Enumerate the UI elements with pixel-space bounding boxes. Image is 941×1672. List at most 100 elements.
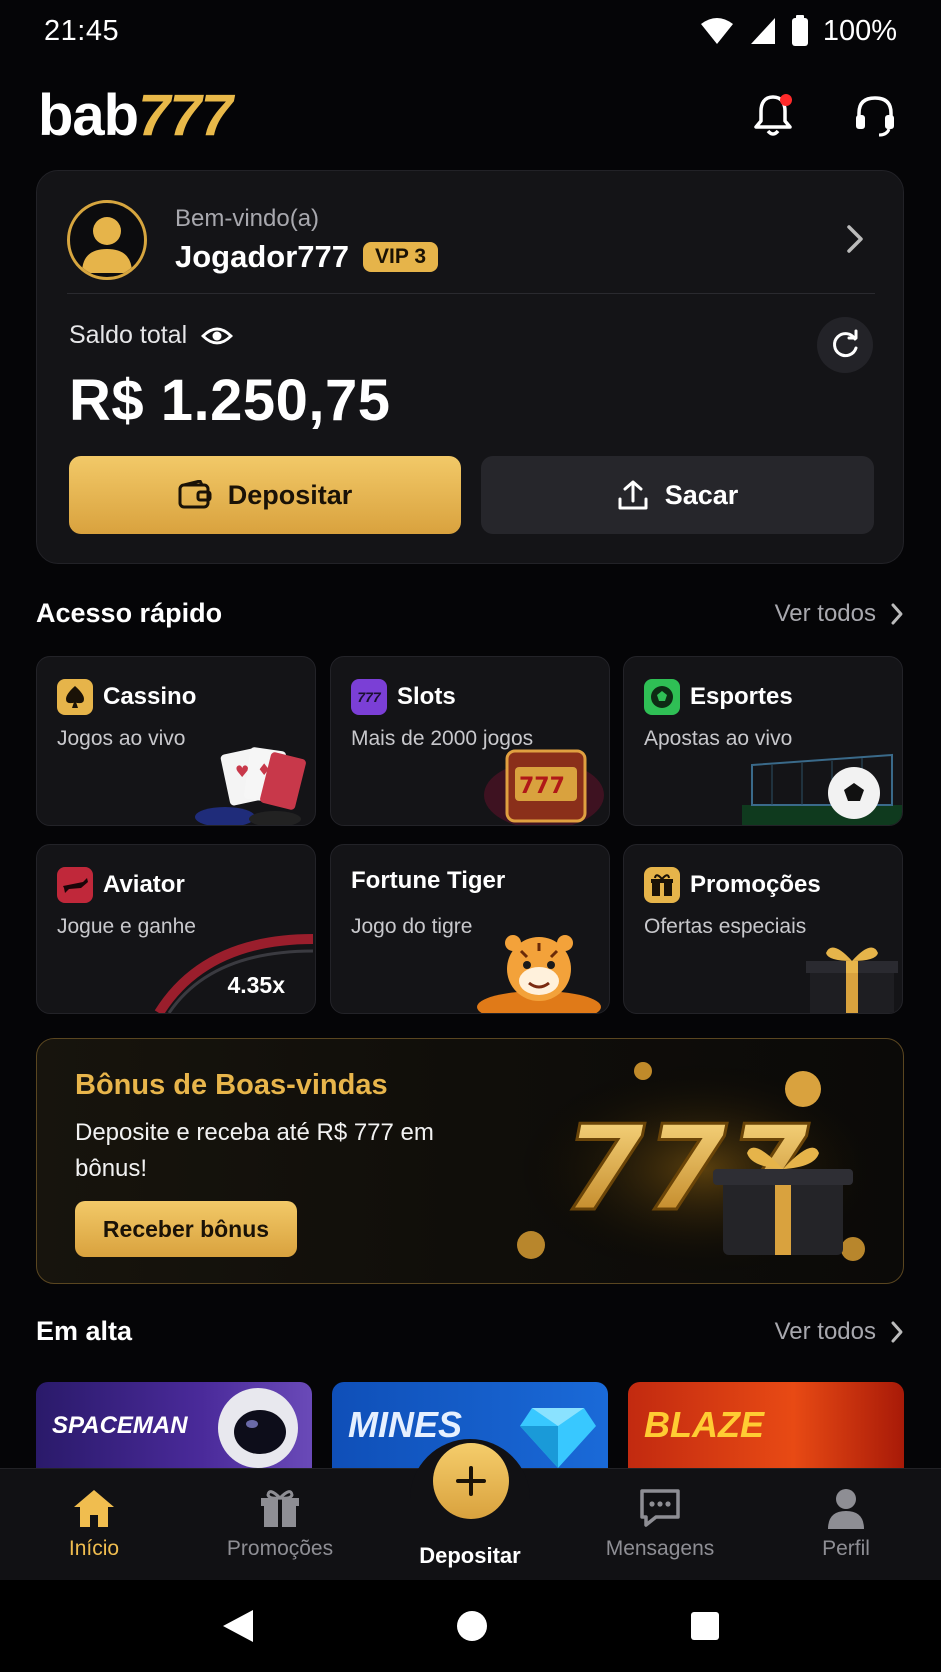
chat-icon [640, 1489, 680, 1527]
soccer-stadium-icon [742, 753, 902, 825]
tile-slots[interactable]: 777 Slots Mais de 2000 jogos 777 [330, 656, 610, 826]
tile-esportes[interactable]: Esportes Apostas ao vivo [623, 656, 903, 826]
nav-label: Promoções [226, 1537, 334, 1560]
bonus-title: Bônus de Boas-vindas [75, 1069, 388, 1101]
tile-cassino[interactable]: Cassino Jogos ao vivo ♥ ♦ [36, 656, 316, 826]
bonus-text: Deposite e receba até R$ 777 em bônus! [75, 1119, 434, 1182]
multiplier-value: 4.35x [227, 972, 285, 998]
section-title: Em alta [36, 1316, 133, 1346]
logo-number: 777 [138, 82, 233, 148]
astronaut-icon [218, 1388, 298, 1468]
tile-title-row: 777 Slots [351, 679, 456, 715]
tile-aviator[interactable]: Aviator Jogue e ganhe 4.35x [36, 844, 316, 1014]
refresh-icon [833, 329, 858, 358]
game-title: SPACEMAN [52, 1412, 188, 1439]
trending-header: Em alta Ver todos [36, 1316, 904, 1347]
golden-777-art: 777 [513, 1059, 883, 1275]
gift-box-icon [806, 947, 898, 1013]
wifi-icon [700, 18, 733, 44]
spade-icon [57, 679, 93, 715]
tile-title-row: Esportes [644, 679, 793, 715]
eye-icon[interactable] [201, 324, 234, 348]
recents-icon[interactable] [689, 1610, 721, 1642]
balance-label: Saldo total [69, 321, 188, 349]
headset-icon [856, 96, 894, 137]
upload-icon [618, 480, 648, 510]
section-title: Acesso rápido [36, 598, 223, 628]
tile-subtitle: Jogo do tigre [351, 915, 473, 938]
home-icon [74, 1490, 114, 1527]
tile-title: Esportes [690, 683, 793, 710]
tile-title: Aviator [103, 871, 185, 898]
username-row: Jogador777 VIP 3 [175, 239, 438, 275]
tile-subtitle: Jogos ao vivo [57, 727, 186, 750]
see-all-label: Ver todos [774, 1317, 876, 1345]
notifications-button[interactable] [748, 90, 798, 140]
tiger-mascot-icon [477, 935, 601, 1013]
withdraw-label: Sacar [664, 479, 739, 510]
status-icons: 100% [699, 15, 897, 48]
withdraw-button[interactable]: Sacar [481, 456, 874, 534]
game-title: MINES [348, 1404, 463, 1445]
tile-fortune-tiger[interactable]: Fortune Tiger Jogo do tigre [330, 844, 610, 1014]
app-header: bab777 [38, 80, 900, 150]
game-card-blaze[interactable]: BLAZE [628, 1382, 904, 1474]
battery-icon [791, 15, 808, 46]
nav-label: Início [68, 1537, 120, 1560]
signal-icon [750, 18, 775, 44]
claim-bonus-button[interactable]: Receber bônus [75, 1201, 297, 1257]
deposit-button[interactable]: Depositar [69, 456, 461, 534]
tile-title-row: Cassino [57, 679, 196, 715]
slot-machine-icon: 777 [484, 749, 604, 825]
soccer-ball-icon [644, 679, 680, 715]
tile-title: Cassino [103, 683, 197, 710]
tile-title: Fortune Tiger [351, 867, 506, 894]
nav-label-deposit[interactable]: Depositar [390, 1543, 550, 1569]
refresh-balance-button[interactable] [817, 317, 873, 373]
balance-amount: R$ 1.250,75 [69, 368, 391, 433]
nav-item-profile[interactable]: Perfil [766, 1487, 926, 1561]
chevron-right-icon [891, 1321, 903, 1342]
svg-text:♦: ♦ [257, 760, 271, 779]
slots-777-icon: 777 [351, 679, 387, 715]
welcome-bonus-banner[interactable]: Bônus de Boas-vindas Deposite e receba a… [36, 1038, 904, 1284]
quick-access-header: Acesso rápido Ver todos [36, 598, 904, 629]
divider [67, 293, 875, 294]
tile-title: Slots [397, 683, 456, 710]
chevron-right-icon [847, 225, 863, 253]
tile-promocoes[interactable]: Promoções Ofertas especiais [623, 844, 903, 1014]
chevron-right-icon [891, 603, 903, 624]
game-title: BLAZE [644, 1404, 764, 1445]
battery-level: 100% [822, 14, 897, 47]
svg-text:777: 777 [519, 774, 565, 799]
user-avatar-icon [82, 217, 132, 273]
game-card-spaceman[interactable]: SPACEMAN [36, 1382, 312, 1474]
back-icon[interactable] [221, 1608, 255, 1644]
user-profile-row[interactable]: Bem-vindo(a) Jogador777 VIP 3 [67, 193, 875, 287]
vip-badge: VIP 3 [363, 242, 438, 272]
nav-label: Perfil [822, 1537, 870, 1560]
tile-title-row: Promoções [644, 867, 821, 903]
status-time: 21:45 [44, 14, 120, 47]
diamond-icon [520, 1408, 596, 1468]
support-button[interactable] [850, 90, 900, 140]
nav-item-home[interactable]: Início [14, 1487, 174, 1561]
nav-deposit-button[interactable] [433, 1443, 509, 1519]
see-all-link[interactable]: Ver todos [775, 1318, 904, 1346]
header-actions [748, 90, 900, 140]
wallet-icon [178, 480, 212, 509]
tile-title: Promoções [690, 871, 821, 898]
nav-item-messages[interactable]: Mensagens [580, 1487, 740, 1561]
balance-card: Bem-vindo(a) Jogador777 VIP 3 Saldo tota… [36, 170, 904, 564]
deposit-label: Depositar [227, 479, 353, 510]
see-all-link[interactable]: Ver todos [775, 600, 904, 628]
username: Jogador777 [175, 239, 350, 274]
welcome-text: Bem-vindo(a) [175, 205, 320, 232]
gift-icon [644, 867, 680, 903]
notification-dot [780, 94, 792, 106]
brand-logo[interactable]: bab777 [38, 82, 233, 149]
avatar [67, 200, 147, 280]
nav-item-promotions[interactable]: Promoções [200, 1487, 360, 1561]
tile-subtitle: Ofertas especiais [644, 915, 807, 938]
home-circle-icon[interactable] [455, 1609, 489, 1643]
